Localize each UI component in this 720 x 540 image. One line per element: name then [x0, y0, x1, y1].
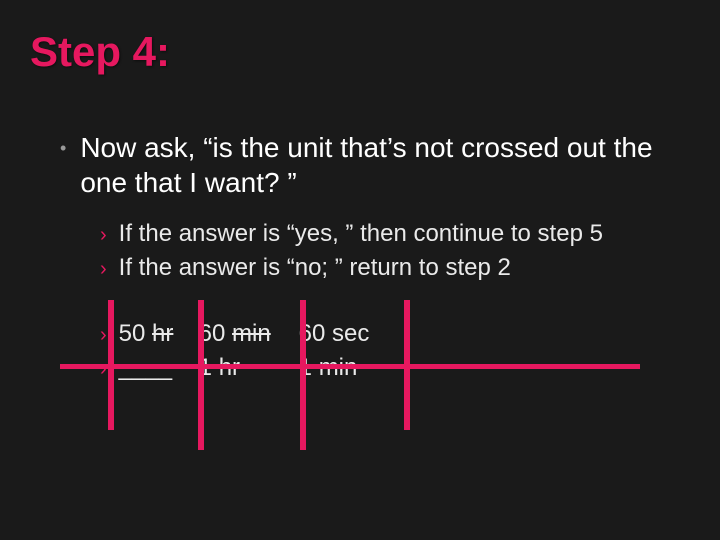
- sub-bullet-item: › If the answer is “no; ” return to step…: [100, 254, 680, 282]
- math-cell: 60 sec: [299, 320, 399, 348]
- conversion-math-block: › 50 hr 60 min 60 sec › ____ 1 hr 1 min: [100, 320, 399, 388]
- math-cells: ____ 1 hr 1 min: [119, 354, 399, 382]
- sub-bullet-text: If the answer is “yes, ” then continue t…: [119, 220, 603, 248]
- sub-bullet-list: › If the answer is “yes, ” then continue…: [100, 220, 680, 288]
- main-bullet-text: Now ask, “is the unit that’s not crossed…: [80, 130, 680, 200]
- main-bullet: • Now ask, “is the unit that’s not cross…: [60, 130, 680, 200]
- math-cell: ____: [119, 354, 199, 382]
- math-row-1: › 50 hr 60 min 60 sec: [100, 320, 399, 348]
- math-cell: 60 min: [199, 320, 299, 348]
- chevron-right-icon: ›: [100, 258, 107, 281]
- math-cell: 1 hr: [199, 354, 299, 382]
- sub-bullet-text: If the answer is “no; ” return to step 2: [119, 254, 511, 282]
- vertical-line: [404, 300, 410, 430]
- chevron-right-icon: ›: [100, 224, 107, 247]
- chevron-right-icon: ›: [100, 324, 107, 347]
- math-row-2: › ____ 1 hr 1 min: [100, 354, 399, 382]
- bullet-dot-icon: •: [60, 138, 66, 159]
- math-cells: 50 hr 60 min 60 sec: [119, 320, 399, 348]
- sub-bullet-item: › If the answer is “yes, ” then continue…: [100, 220, 680, 248]
- math-cell: 50 hr: [119, 320, 199, 348]
- chevron-right-icon: ›: [100, 358, 107, 381]
- math-cell: 1 min: [299, 354, 399, 382]
- slide-title: Step 4:: [30, 28, 170, 76]
